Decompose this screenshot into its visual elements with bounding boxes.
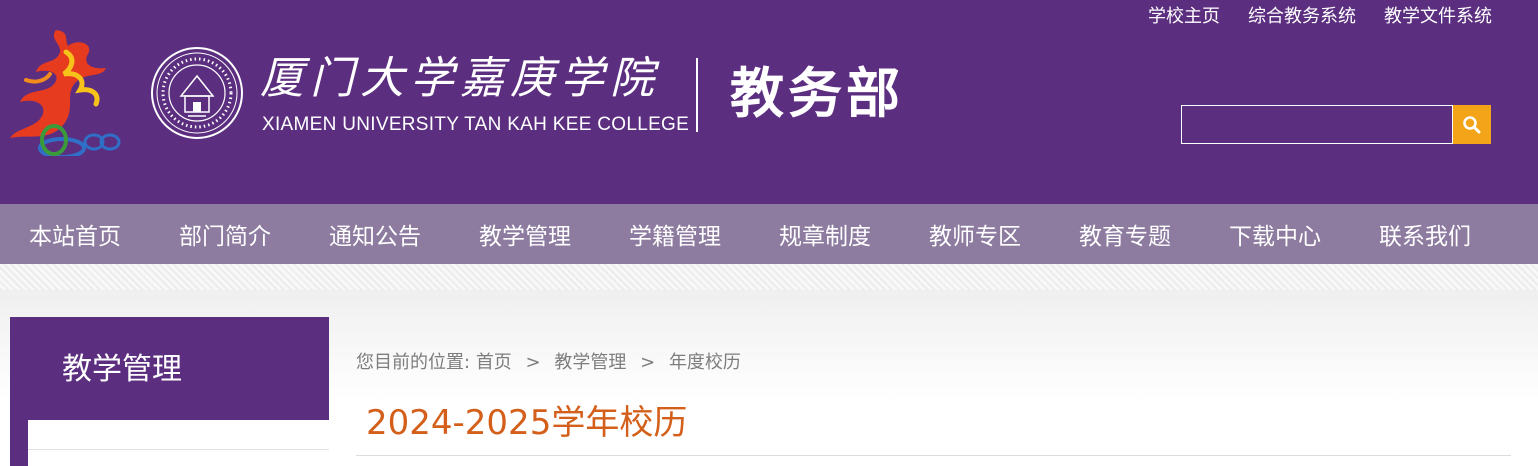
breadcrumb-prefix: 您目前的位置: <box>356 352 471 373</box>
page-title: 2024-2025学年校历 <box>366 403 688 443</box>
top-link-school-home[interactable]: 学校主页 <box>1148 6 1220 28</box>
breadcrumb: 您目前的位置: 首页 > 教学管理 > 年度校历 <box>356 352 741 374</box>
top-link-teaching-files[interactable]: 教学文件系统 <box>1384 6 1492 28</box>
nav-item-notices[interactable]: 通知公告 <box>300 204 450 264</box>
logo-divider <box>696 58 698 132</box>
search-box <box>1181 105 1491 144</box>
title-divider <box>356 455 1511 456</box>
department-title: 教务部 <box>730 62 904 125</box>
breadcrumb-item-calendar[interactable]: 年度校历 <box>669 352 741 373</box>
top-link-academic-system[interactable]: 综合教务系统 <box>1248 6 1356 28</box>
nav-item-teaching[interactable]: 教学管理 <box>450 204 600 264</box>
top-links: 学校主页 综合教务系统 教学文件系统 <box>1148 6 1492 28</box>
breadcrumb-item-home[interactable]: 首页 <box>476 352 512 373</box>
sidebar-title: 教学管理 <box>62 352 182 387</box>
anniversary-emblem-logo <box>10 30 121 156</box>
nav-item-about[interactable]: 部门简介 <box>150 204 300 264</box>
breadcrumb-item-teaching[interactable]: 教学管理 <box>554 352 626 373</box>
sidebar-header: 教学管理 <box>10 317 329 420</box>
breadcrumb-separator: > <box>525 352 541 373</box>
nav-item-regulations[interactable]: 规章制度 <box>750 204 900 264</box>
sidebar-menu <box>10 420 329 466</box>
nav-item-downloads[interactable]: 下载中心 <box>1200 204 1350 264</box>
nav-item-contact[interactable]: 联系我们 <box>1350 204 1500 264</box>
breadcrumb-separator: > <box>640 352 656 373</box>
decorative-stripe <box>0 264 1538 290</box>
main-nav: 本站首页 部门简介 通知公告 教学管理 学籍管理 规章制度 教师专区 教育专题 … <box>0 204 1538 264</box>
search-button[interactable] <box>1453 105 1491 144</box>
sidebar-divider <box>28 449 329 450</box>
nav-item-home[interactable]: 本站首页 <box>0 204 150 264</box>
site-header: 学校主页 综合教务系统 教学文件系统 厦门大学嘉庚学院 XIAMEN UNIVE… <box>0 0 1538 204</box>
search-icon <box>1463 115 1481 133</box>
college-seal-logo <box>151 47 243 139</box>
nav-item-enrollment[interactable]: 学籍管理 <box>600 204 750 264</box>
search-input[interactable] <box>1181 105 1453 144</box>
college-name-cn: 厦门大学嘉庚学院 <box>260 53 660 104</box>
nav-item-teachers[interactable]: 教师专区 <box>900 204 1050 264</box>
nav-item-topics[interactable]: 教育专题 <box>1050 204 1200 264</box>
college-name-en: XIAMEN UNIVERSITY TAN KAH KEE COLLEGE <box>262 114 690 135</box>
